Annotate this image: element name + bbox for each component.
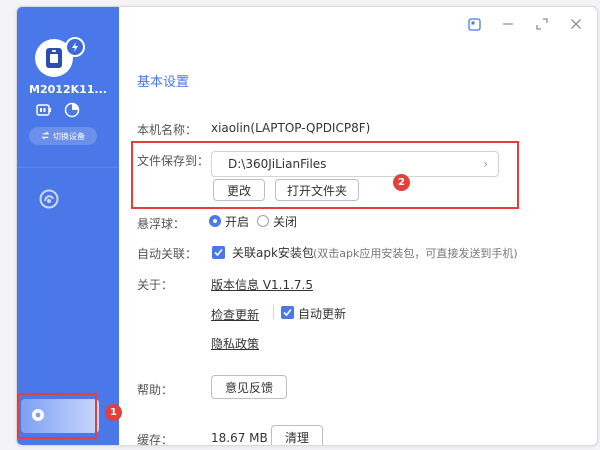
settings-section-title: 基本设置 [137,75,190,90]
storage-pie-icon [63,101,81,119]
float-on-label: 开启 [225,215,250,229]
feedback-button[interactable]: 意见反馈 [211,375,287,399]
device-name: M2012K11... [29,83,107,96]
annotation-box-save [131,141,519,209]
float-off-radio[interactable] [257,215,269,227]
privacy-policy-link[interactable]: 隐私政策 [211,335,259,352]
sidebar-divider [17,167,119,168]
auto-update-checkbox[interactable] [281,306,294,319]
title-bar [467,7,597,41]
switch-device-label: 切换设备 [53,131,85,141]
auto-update-label: 自动更新 [298,307,347,321]
cache-label: 缓存： [137,433,174,446]
about-label: 关于： [137,278,174,292]
associate-apk-checkbox[interactable] [212,246,225,259]
close-icon[interactable] [569,17,583,31]
app-window: M2012K11... 切换设备 基本设置 本机名称： xiaolin(LAPT… [16,6,598,446]
minimize-icon[interactable] [501,17,515,31]
battery-icon [35,101,53,119]
check-update-link[interactable]: 检查更新 [211,306,259,323]
about-separator [273,305,274,319]
version-info-link[interactable]: 版本信息 V1.1.7.5 [211,276,313,293]
associate-apk-label: 关联apk安装包 [232,246,314,260]
charging-icon [65,37,85,57]
device-name-value: xiaolin(LAPTOP-QPDICP8F) [211,121,371,135]
device-status [35,101,81,119]
switch-device-button[interactable]: 切换设备 [29,127,97,145]
cache-size-value: 18.67 MB [211,431,268,445]
device-name-label: 本机名称： [137,123,198,137]
annotation-box-settings [17,393,97,439]
clear-cache-button[interactable]: 清理 [271,425,323,445]
annotation-badge-2: 2 [393,174,410,191]
sidebar: M2012K11... 切换设备 [17,7,119,445]
auto-associate-label: 自动关联： [137,247,198,261]
annotation-badge-1: 1 [105,404,122,421]
pin-icon[interactable] [467,17,481,31]
associate-apk-hint: (双击apk应用安装包，可直接发送到手机) [313,247,518,260]
help-label: 帮助： [137,383,174,397]
float-off-label: 关闭 [273,215,298,229]
app-circle-icon[interactable] [39,189,59,209]
maximize-icon[interactable] [535,17,549,31]
floating-ball-label: 悬浮球： [137,217,186,231]
switch-icon [41,131,50,142]
float-on-radio[interactable] [209,215,221,227]
